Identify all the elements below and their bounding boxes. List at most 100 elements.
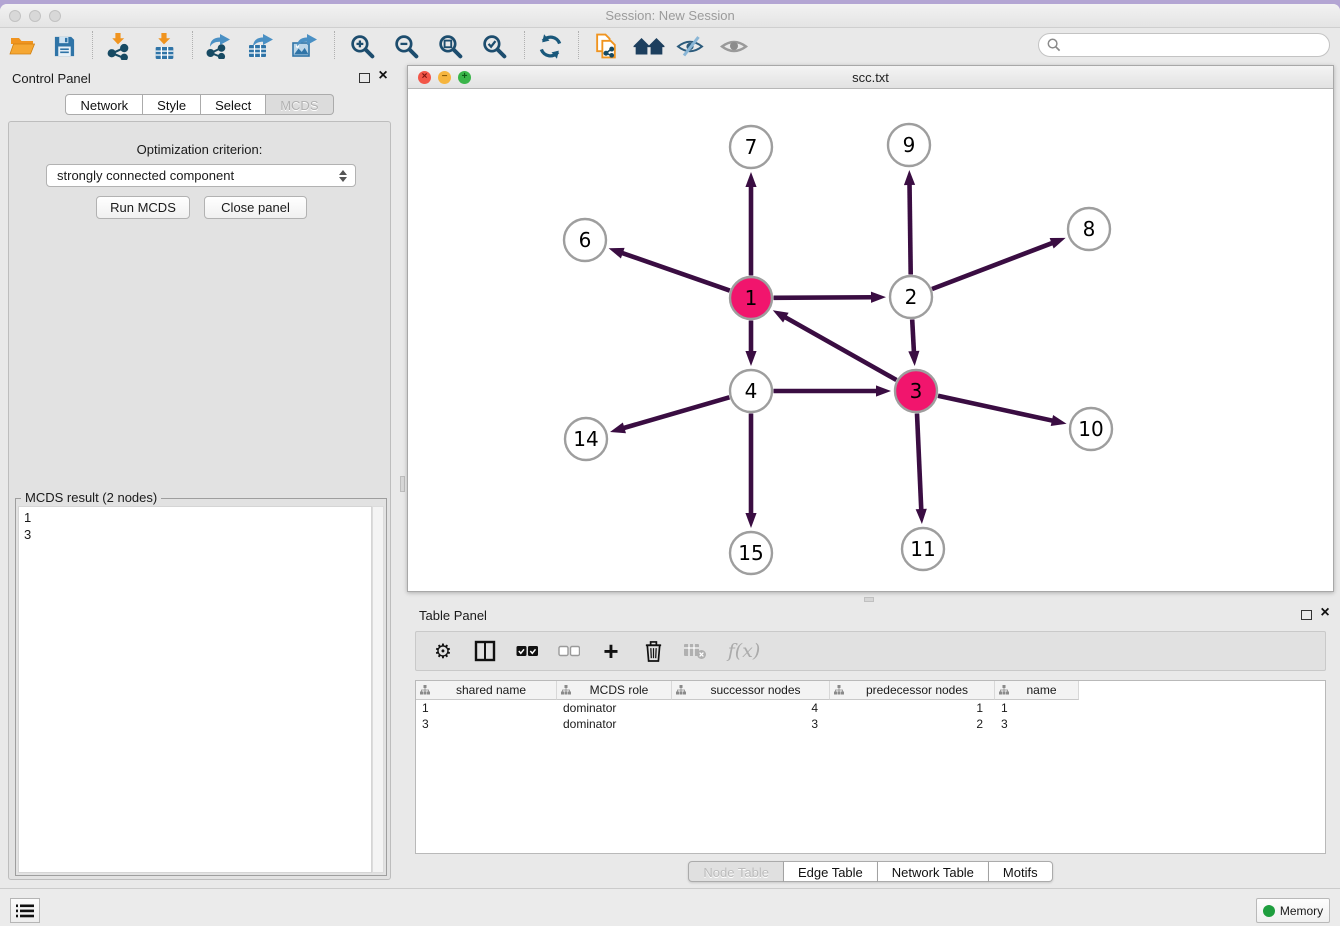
vertical-split-divider[interactable]: [399, 62, 407, 892]
graph-edge-2-8[interactable]: [932, 243, 1053, 289]
criterion-value: strongly connected component: [57, 168, 339, 183]
save-icon: [53, 35, 76, 58]
zoom-in-button[interactable]: [348, 32, 376, 60]
table-cell[interactable]: 1: [830, 700, 995, 716]
zoom-selected-button[interactable]: [480, 32, 508, 60]
import-table-button[interactable]: [150, 32, 178, 60]
close-table-panel-icon[interactable]: ×: [1317, 604, 1333, 622]
criterion-select[interactable]: strongly connected component: [46, 164, 356, 187]
control-panel-header: Control Panel ×: [0, 62, 399, 94]
zoom-fit-button[interactable]: [436, 32, 464, 60]
save-session-button[interactable]: [50, 32, 78, 60]
close-panel-icon[interactable]: ×: [375, 67, 391, 85]
delete-column-button[interactable]: [640, 638, 666, 664]
split-table-button[interactable]: [472, 638, 498, 664]
mcds-result-text[interactable]: 13: [18, 506, 372, 873]
table-settings-button[interactable]: ⚙: [430, 638, 456, 664]
graph-edge-1-6[interactable]: [621, 253, 730, 291]
table-cell[interactable]: 2: [830, 716, 995, 732]
control-panel-title: Control Panel: [12, 71, 91, 86]
export-network-button[interactable]: [204, 32, 232, 60]
select-all-rows-button[interactable]: [514, 638, 540, 664]
graph-edge-3-1[interactable]: [784, 317, 896, 380]
table-cell[interactable]: dominator: [557, 716, 672, 732]
graph-edge-1-2[interactable]: [773, 297, 873, 298]
table-row[interactable]: 1dominator411: [416, 700, 1325, 716]
memory-button[interactable]: Memory: [1256, 898, 1330, 923]
table-cell[interactable]: 4: [672, 700, 830, 716]
close-panel-button[interactable]: Close panel: [204, 196, 307, 219]
tab-network[interactable]: Network: [65, 94, 143, 115]
run-mcds-button[interactable]: Run MCDS: [96, 196, 190, 219]
node-table[interactable]: shared nameMCDS rolesuccessor nodesprede…: [415, 680, 1326, 854]
table-cell[interactable]: dominator: [557, 700, 672, 716]
table-cell[interactable]: 3: [416, 716, 557, 732]
import-network-button[interactable]: [104, 32, 132, 60]
float-table-panel-icon[interactable]: [1301, 610, 1312, 620]
column-header-successor-nodes[interactable]: successor nodes: [672, 681, 830, 700]
search-input[interactable]: [1061, 38, 1329, 53]
graph-edge-arrow: [871, 292, 886, 303]
status-bar: Memory: [0, 888, 1340, 926]
graph-edge-2-9[interactable]: [910, 183, 911, 275]
split-handle[interactable]: [400, 476, 405, 492]
show-all-button[interactable]: [720, 32, 748, 60]
table-panel-tabs: Node TableEdge TableNetwork TableMotifs: [407, 861, 1334, 882]
control-panel: Control Panel × NetworkStyleSelectMCDS O…: [0, 62, 399, 892]
tab-edge-table[interactable]: Edge Table: [784, 861, 878, 882]
attribute-type-icon: [420, 685, 430, 695]
graph-edge-3-11[interactable]: [917, 413, 921, 511]
tab-motifs[interactable]: Motifs: [989, 861, 1053, 882]
float-panel-icon[interactable]: [359, 73, 370, 83]
hide-selected-button[interactable]: [676, 32, 704, 60]
graph-edge-4-14[interactable]: [622, 397, 729, 428]
network-window-titlebar[interactable]: × − + scc.txt: [408, 66, 1333, 89]
first-neighbors-button[interactable]: [632, 32, 666, 60]
toolbar-separator: [92, 31, 93, 59]
titlebar: Session: New Session: [0, 4, 1340, 28]
table-cell[interactable]: 1: [416, 700, 557, 716]
attribute-type-icon: [676, 685, 686, 695]
graph-edge-3-10[interactable]: [938, 396, 1054, 421]
network-canvas[interactable]: 1234678910111415: [408, 89, 1333, 591]
graph-edge-2-3[interactable]: [912, 319, 914, 353]
add-column-button[interactable]: +: [598, 638, 624, 664]
tab-mcds[interactable]: MCDS: [266, 94, 333, 115]
tab-node-table[interactable]: Node Table: [688, 861, 784, 882]
export-table-button[interactable]: [246, 32, 274, 60]
graph-node-label: 14: [573, 427, 598, 451]
table-cell[interactable]: 3: [672, 716, 830, 732]
zoom-out-button[interactable]: [392, 32, 420, 60]
graph-edge-arrow: [745, 513, 756, 528]
graph-edge-arrow: [745, 351, 756, 366]
graph-edge-arrow: [876, 385, 891, 396]
deselect-all-rows-button[interactable]: [556, 638, 582, 664]
attribute-type-icon: [999, 685, 1009, 695]
duplicate-network-button[interactable]: [592, 32, 620, 60]
tab-network-table[interactable]: Network Table: [878, 861, 989, 882]
table-cell[interactable]: 1: [995, 700, 1079, 716]
search-icon: [1047, 38, 1061, 52]
table-cell[interactable]: 3: [995, 716, 1079, 732]
tab-style[interactable]: Style: [143, 94, 201, 115]
task-history-button[interactable]: [10, 898, 40, 923]
export-network-icon: [205, 33, 231, 59]
tab-select[interactable]: Select: [201, 94, 266, 115]
mcds-result-line: 1: [24, 509, 371, 526]
zoom-in-icon: [349, 33, 376, 60]
table-row[interactable]: 3dominator323: [416, 716, 1325, 732]
refresh-layout-button[interactable]: [536, 32, 564, 60]
export-image-button[interactable]: [290, 32, 318, 60]
mcds-result-scrollbar[interactable]: [372, 506, 384, 873]
search-box[interactable]: [1038, 33, 1330, 57]
column-header-name[interactable]: name: [995, 681, 1079, 700]
open-file-button[interactable]: [8, 32, 36, 60]
column-header-shared-name[interactable]: shared name: [416, 681, 557, 700]
column-header-predecessor-nodes[interactable]: predecessor nodes: [830, 681, 995, 700]
memory-label: Memory: [1280, 904, 1323, 918]
column-header-MCDS-role[interactable]: MCDS role: [557, 681, 672, 700]
graph-node-label: 4: [745, 379, 758, 403]
eye-icon: [720, 34, 748, 59]
main-window: Session: New Session: [0, 4, 1340, 926]
graph-edge-arrow: [904, 170, 915, 185]
